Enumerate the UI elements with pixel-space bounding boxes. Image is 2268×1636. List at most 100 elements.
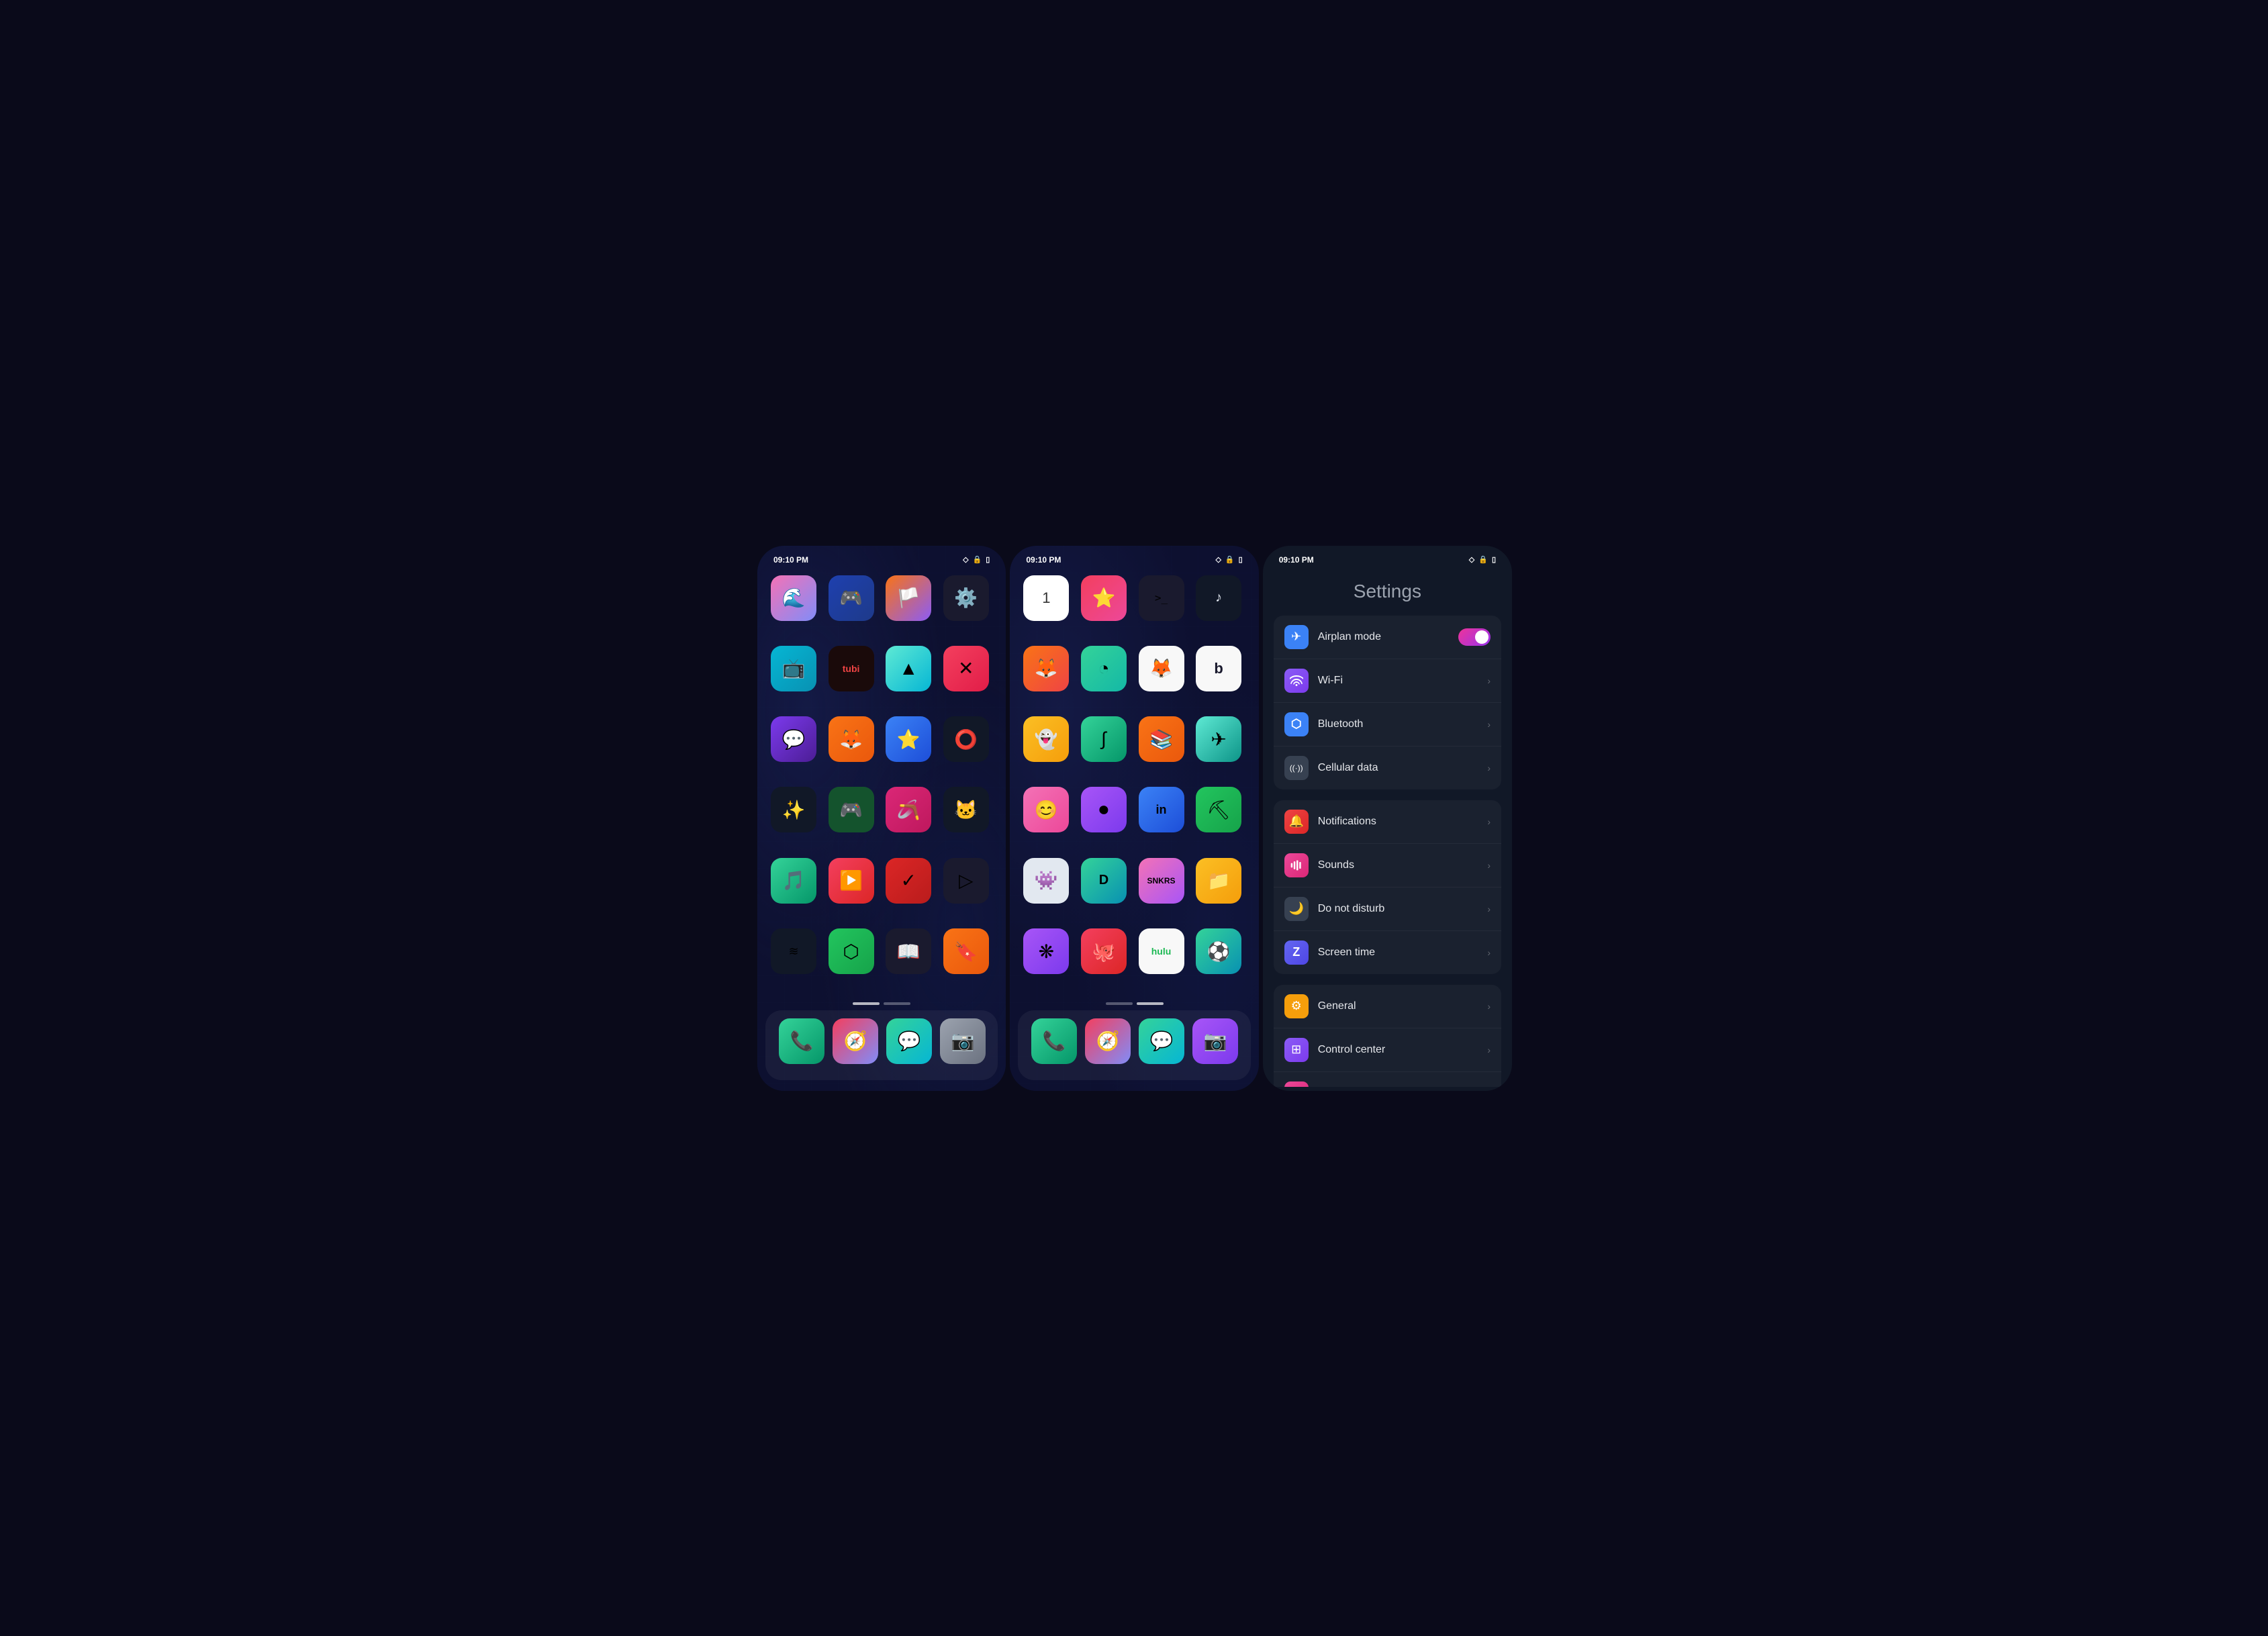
dock-compass-1[interactable]: 🧭 bbox=[833, 1018, 878, 1064]
settings-time: 09:10 PM bbox=[1279, 555, 1314, 565]
app-chat-purple[interactable]: 💬 bbox=[771, 716, 816, 762]
status-icons-2: ◇ 🔒 ▯ bbox=[1215, 555, 1242, 564]
bluetooth-icon: ⬡ bbox=[1284, 712, 1309, 736]
settings-item-display[interactable]: ☀ Display & brightness › bbox=[1274, 1072, 1501, 1087]
dock-compass-2[interactable]: 🧭 bbox=[1085, 1018, 1131, 1064]
dock-camera-1[interactable]: 📷 bbox=[940, 1018, 986, 1064]
lock-icon-1: 🔒 bbox=[973, 555, 982, 564]
app-pride[interactable]: 🏳️ bbox=[886, 575, 931, 621]
dock-2: 📞 🧭 💬 📷 bbox=[1018, 1010, 1250, 1080]
settings-battery-icon: ▯ bbox=[1492, 555, 1496, 564]
app-minecraft[interactable]: ⛏ bbox=[1196, 787, 1241, 832]
app-tiktok[interactable]: ♪ bbox=[1196, 575, 1241, 621]
app-play-dark[interactable]: ▷ bbox=[943, 858, 989, 904]
app-folder[interactable]: 📁 bbox=[1196, 858, 1241, 904]
app-dark-sparkle[interactable]: ✨ bbox=[771, 787, 816, 832]
settings-item-cellular[interactable]: ((·)) Cellular data › bbox=[1274, 747, 1501, 789]
app-hulu[interactable]: hulu bbox=[1139, 928, 1184, 974]
app-books[interactable]: 📚 bbox=[1139, 716, 1184, 762]
settings-item-airplane[interactable]: ✈ Airplan mode bbox=[1274, 616, 1501, 659]
settings-item-notifications[interactable]: 🔔 Notifications › bbox=[1274, 800, 1501, 844]
app-grid-1: 🌊 🎮 🏳️ ⚙️ 📺 tubi ▲ ✕ 💬 🦊 ⭐ ⭕ ✨ 🎮 🪃 🐱 bbox=[757, 570, 1006, 997]
app-firefox[interactable]: 🦊 bbox=[1023, 646, 1069, 691]
app-hypno[interactable]: 🐙 bbox=[1081, 928, 1127, 974]
app-video[interactable]: ▶️ bbox=[829, 858, 874, 904]
app-snapchat[interactable]: 👻 bbox=[1023, 716, 1069, 762]
settings-item-wifi[interactable]: Wi-Fi › bbox=[1274, 659, 1501, 703]
sounds-icon bbox=[1284, 853, 1309, 877]
status-bar-1: 09:10 PM ◇ 🔒 ▯ bbox=[757, 546, 1006, 570]
app-fox-orange[interactable]: 🦊 bbox=[829, 716, 874, 762]
wifi-label: Wi-Fi bbox=[1318, 675, 1488, 687]
app-cat[interactable]: 🐱 bbox=[943, 787, 989, 832]
settings-item-bluetooth[interactable]: ⬡ Bluetooth › bbox=[1274, 703, 1501, 747]
app-pink-yoyo[interactable]: 🪃 bbox=[886, 787, 931, 832]
wifi-chevron: › bbox=[1487, 675, 1491, 686]
app-tubi[interactable]: tubi bbox=[829, 646, 874, 691]
settings-item-controlcenter[interactable]: ⊞ Control center › bbox=[1274, 1028, 1501, 1072]
app-gradient-swirl[interactable]: 🌊 bbox=[771, 575, 816, 621]
app-dark-circle[interactable]: ⭕ bbox=[943, 716, 989, 762]
app-bookmark-orange[interactable]: 🔖 bbox=[943, 928, 989, 974]
app-camo[interactable]: ◔ bbox=[1081, 646, 1127, 691]
dock-messages-2[interactable]: 💬 bbox=[1139, 1018, 1184, 1064]
screentime-icon: Z bbox=[1284, 941, 1309, 965]
dock-phone-1[interactable]: 📞 bbox=[779, 1018, 824, 1064]
page-dot-active-1 bbox=[853, 1002, 880, 1005]
status-icons-1: ◇ 🔒 ▯ bbox=[963, 555, 990, 564]
airplane-icon: ✈ bbox=[1284, 625, 1309, 649]
app-green-swirl[interactable]: ∫ bbox=[1081, 716, 1127, 762]
airplane-label: Airplan mode bbox=[1318, 631, 1458, 643]
app-snkrs[interactable]: SNKRS bbox=[1139, 858, 1184, 904]
app-read-dark[interactable]: 📖 bbox=[886, 928, 931, 974]
settings-panel: 09:10 PM ◇ 🔒 ▯ Settings ✈ Airplan mode bbox=[1263, 546, 1512, 1091]
app-alien[interactable]: 👾 bbox=[1023, 858, 1069, 904]
app-blue-star[interactable]: ⭐ bbox=[886, 716, 931, 762]
app-fantastical[interactable]: ❋ bbox=[1023, 928, 1069, 974]
app-terminal[interactable]: >_ bbox=[1139, 575, 1184, 621]
app-music[interactable]: 🎵 bbox=[771, 858, 816, 904]
app-one[interactable]: 1 bbox=[1023, 575, 1069, 621]
settings-status-bar: 09:10 PM ◇ 🔒 ▯ bbox=[1263, 546, 1512, 570]
settings-title: Settings bbox=[1263, 570, 1512, 616]
app-foxie[interactable]: 🦊 bbox=[1139, 646, 1184, 691]
controlcenter-icon: ⊞ bbox=[1284, 1038, 1309, 1062]
sounds-label: Sounds bbox=[1318, 859, 1488, 871]
notifications-chevron: › bbox=[1487, 816, 1491, 827]
app-pink-slash[interactable]: ✕ bbox=[943, 646, 989, 691]
airplane-toggle[interactable] bbox=[1458, 628, 1491, 646]
app-hex-green[interactable]: ⬡ bbox=[829, 928, 874, 974]
page-dot-active-2 bbox=[1137, 1002, 1164, 1005]
app-soccer[interactable]: ⚽ bbox=[1196, 928, 1241, 974]
phone-screen-2: 09:10 PM ◇ 🔒 ▯ 1 ⭐ >_ ♪ 🦊 ◔ 🦊 b bbox=[1010, 546, 1258, 1091]
app-sleep[interactable]: ≋ bbox=[771, 928, 816, 974]
app-bezel[interactable]: b bbox=[1196, 646, 1241, 691]
app-triangle[interactable]: ▲ bbox=[886, 646, 931, 691]
lock-icon-2: 🔒 bbox=[1225, 555, 1235, 564]
bluetooth-chevron: › bbox=[1487, 719, 1491, 730]
app-superstar[interactable]: ⭐ bbox=[1081, 575, 1127, 621]
app-dark1[interactable]: ⚙️ bbox=[943, 575, 989, 621]
settings-item-dnd[interactable]: 🌙 Do not disturb › bbox=[1274, 887, 1501, 931]
screentime-label: Screen time bbox=[1318, 947, 1488, 959]
sounds-chevron: › bbox=[1487, 860, 1491, 871]
settings-item-sounds[interactable]: Sounds › bbox=[1274, 844, 1501, 887]
app-record-purple[interactable]: ⏺ bbox=[1081, 787, 1127, 832]
notifications-label: Notifications bbox=[1318, 816, 1488, 828]
app-nike[interactable]: ✓ bbox=[886, 858, 931, 904]
settings-item-screentime[interactable]: Z Screen time › bbox=[1274, 931, 1501, 974]
dock-messages-1[interactable]: 💬 bbox=[886, 1018, 932, 1064]
app-disney[interactable]: D bbox=[1081, 858, 1127, 904]
battery-icon-1: ▯ bbox=[986, 555, 990, 564]
settings-item-general[interactable]: ⚙ General › bbox=[1274, 985, 1501, 1028]
dock-phone-2[interactable]: 📞 bbox=[1031, 1018, 1077, 1064]
app-playstation[interactable]: 🎮 bbox=[829, 575, 874, 621]
app-teal-plane[interactable]: ✈ bbox=[1196, 716, 1241, 762]
cellular-label: Cellular data bbox=[1318, 762, 1488, 774]
app-linkedin[interactable]: in bbox=[1139, 787, 1184, 832]
app-xbox[interactable]: 🎮 bbox=[829, 787, 874, 832]
app-face-pink[interactable]: 😊 bbox=[1023, 787, 1069, 832]
app-tv[interactable]: 📺 bbox=[771, 646, 816, 691]
dock-camera-2[interactable]: 📷 bbox=[1192, 1018, 1238, 1064]
settings-status-icons: ◇ 🔒 ▯ bbox=[1469, 555, 1496, 564]
